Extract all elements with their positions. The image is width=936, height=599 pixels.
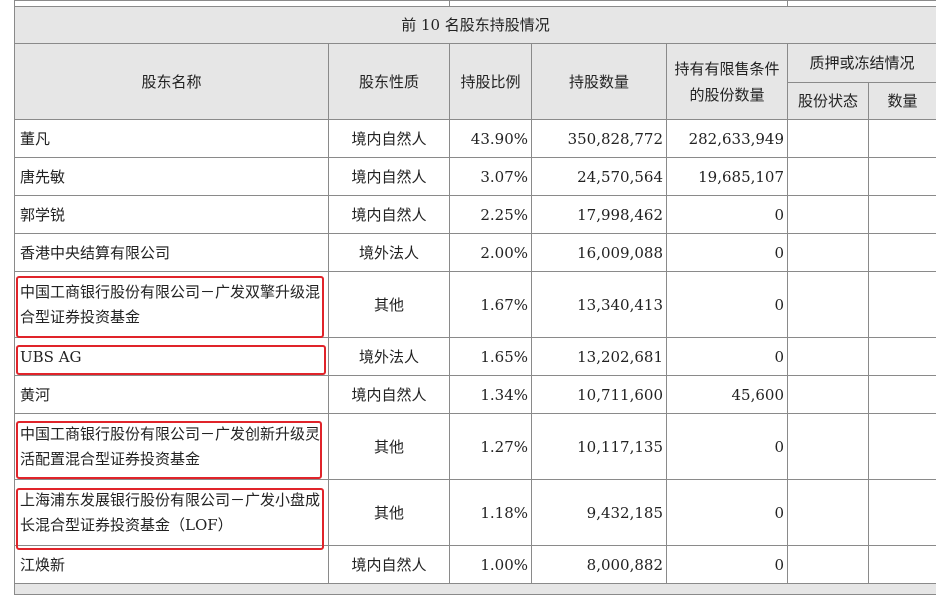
table-row: UBS AG 境外法人 1.65% 13,202,681 0 — [14, 337, 936, 376]
shares-held-cell: 17,998,462 — [531, 195, 667, 234]
title-row: 前 10 名股东持股情况 — [13, 6, 936, 44]
shares-held-cell: 13,202,681 — [531, 337, 667, 376]
restricted-shares-cell: 0 — [665, 337, 789, 376]
shares-held-cell: 10,711,600 — [531, 375, 667, 414]
shares-held-cell: 10,117,135 — [531, 413, 667, 480]
shares-held-cell: 24,570,564 — [531, 157, 667, 196]
holding-ratio-cell: 1.67% — [449, 271, 532, 338]
pledge-status-cell — [787, 271, 870, 338]
shares-held-cell: 9,432,185 — [531, 479, 667, 546]
restricted-shares-cell: 282,633,949 — [665, 119, 789, 158]
top-ten-shareholders-table: 前 10 名股东持股情况 股东名称 股东性质 持股比例 持股数量 持有有限售条件… — [13, 0, 936, 595]
pledge-status-cell — [787, 195, 870, 234]
header-ratio: 持股比例 — [449, 43, 532, 120]
pledge-count-cell — [868, 337, 936, 376]
shareholder-name-cell: 黄河 — [14, 375, 329, 414]
holding-ratio-cell: 1.34% — [449, 375, 532, 414]
header-row-1: 股东名称 股东性质 持股比例 持股数量 持有有限售条件的股份数量 质押或冻结情况 — [14, 43, 936, 120]
pledge-status-cell — [787, 337, 870, 376]
restricted-shares-cell: 0 — [665, 545, 789, 584]
shareholder-name-cell: 中国工商银行股份有限公司－广发双擎升级混合型证券投资基金 — [14, 271, 329, 338]
holding-ratio-cell: 2.00% — [449, 233, 532, 272]
holding-ratio-cell: 1.18% — [449, 479, 532, 546]
holding-ratio-cell: 3.07% — [449, 157, 532, 196]
shareholder-name-cell: UBS AG — [14, 337, 329, 376]
pledge-status-cell — [787, 413, 870, 480]
shareholder-nature-cell: 其他 — [328, 479, 450, 546]
pledge-count-cell — [868, 271, 936, 338]
table-row: 中国工商银行股份有限公司－广发双擎升级混合型证券投资基金 其他 1.67% 13,34… — [14, 271, 936, 338]
pledge-count-cell — [868, 157, 936, 196]
table-row: 黄河 境内自然人 1.34% 10,711,600 45,600 — [14, 375, 936, 414]
pledge-count-cell — [868, 413, 936, 480]
pledge-status-cell — [787, 119, 870, 158]
header-shares: 持股数量 — [531, 43, 667, 120]
header-name: 股东名称 — [14, 43, 329, 120]
table-row: 董凡 境内自然人 43.90% 350,828,772 282,633,949 — [14, 119, 936, 158]
pledge-count-cell — [868, 233, 936, 272]
document-page: 前 10 名股东持股情况 股东名称 股东性质 持股比例 持股数量 持有有限售条件… — [0, 0, 936, 599]
restricted-shares-cell: 0 — [665, 413, 789, 480]
shareholder-name-cell: 董凡 — [14, 119, 329, 158]
restricted-shares-cell: 0 — [665, 271, 789, 338]
shareholder-name-cell: 郭学锐 — [14, 195, 329, 234]
header-pledge-status: 股份状态 — [787, 82, 870, 120]
pledge-count-cell — [868, 479, 936, 546]
shareholder-nature-cell: 其他 — [328, 271, 450, 338]
shares-held-cell: 13,340,413 — [531, 271, 667, 338]
pledge-count-cell — [868, 545, 936, 584]
table-row: 郭学锐 境内自然人 2.25% 17,998,462 0 — [14, 195, 936, 234]
table-row: 香港中央结算有限公司 境外法人 2.00% 16,009,088 0 — [14, 233, 936, 272]
header-pledge-group: 质押或冻结情况 — [787, 43, 936, 83]
shareholder-nature-cell: 境外法人 — [328, 233, 450, 272]
table-row: 唐先敏 境内自然人 3.07% 24,570,564 19,685,107 — [14, 157, 936, 196]
shareholder-name-cell: 中国工商银行股份有限公司－广发创新升级灵活配置混合型证券投资基金 — [14, 413, 329, 480]
shareholder-name-cell: 香港中央结算有限公司 — [14, 233, 329, 272]
table-row: 中国工商银行股份有限公司－广发创新升级灵活配置混合型证券投资基金 其他 1.27% 1… — [14, 413, 936, 480]
header-restricted: 持有有限售条件的股份数量 — [665, 43, 789, 120]
shareholder-name-cell: 上海浦东发展银行股份有限公司－广发小盘成长混合型证券投资基金（LOF） — [14, 479, 329, 546]
shareholder-nature-cell: 境内自然人 — [328, 195, 450, 234]
shareholder-nature-cell: 境内自然人 — [328, 119, 450, 158]
shareholder-nature-cell: 境外法人 — [328, 337, 450, 376]
pledge-status-cell — [787, 545, 870, 584]
restricted-shares-cell: 0 — [665, 233, 789, 272]
shareholder-nature-cell: 境内自然人 — [328, 375, 450, 414]
table-row: 上海浦东发展银行股份有限公司－广发小盘成长混合型证券投资基金（LOF） 其他 1.1… — [14, 479, 936, 546]
holding-ratio-cell: 1.65% — [449, 337, 532, 376]
shareholder-name-cell: 唐先敏 — [14, 157, 329, 196]
footer-cell — [13, 583, 936, 595]
table-body: 董凡 境内自然人 43.90% 350,828,772 282,633,949 唐先敏 境内… — [14, 119, 936, 584]
header-restricted-text: 持有有限售条件的股份数量 — [674, 59, 780, 104]
pledge-count-cell — [868, 195, 936, 234]
shareholder-nature-cell: 境内自然人 — [328, 545, 450, 584]
pledge-count-cell — [868, 375, 936, 414]
header-nature: 股东性质 — [328, 43, 450, 120]
pledge-status-cell — [787, 157, 870, 196]
restricted-shares-cell: 0 — [665, 195, 789, 234]
shareholder-nature-cell: 其他 — [328, 413, 450, 480]
pledge-status-cell — [787, 233, 870, 272]
table-row: 江焕新 境内自然人 1.00% 8,000,882 0 — [14, 545, 936, 584]
restricted-shares-cell: 45,600 — [665, 375, 789, 414]
header-pledge-count: 数量 — [868, 82, 936, 120]
holding-ratio-cell: 43.90% — [449, 119, 532, 158]
restricted-shares-cell: 19,685,107 — [665, 157, 789, 196]
shares-held-cell: 350,828,772 — [531, 119, 667, 158]
holding-ratio-cell: 1.00% — [449, 545, 532, 584]
table-title: 前 10 名股东持股情况 — [13, 6, 936, 44]
shares-held-cell: 16,009,088 — [531, 233, 667, 272]
shares-held-cell: 8,000,882 — [531, 545, 667, 584]
restricted-shares-cell: 0 — [665, 479, 789, 546]
pledge-status-cell — [787, 479, 870, 546]
holding-ratio-cell: 2.25% — [449, 195, 532, 234]
pledge-count-cell — [868, 119, 936, 158]
shareholder-name-cell: 江焕新 — [14, 545, 329, 584]
holding-ratio-cell: 1.27% — [449, 413, 532, 480]
shareholder-nature-cell: 境内自然人 — [328, 157, 450, 196]
pledge-status-cell — [787, 375, 870, 414]
footer-row — [13, 583, 936, 595]
